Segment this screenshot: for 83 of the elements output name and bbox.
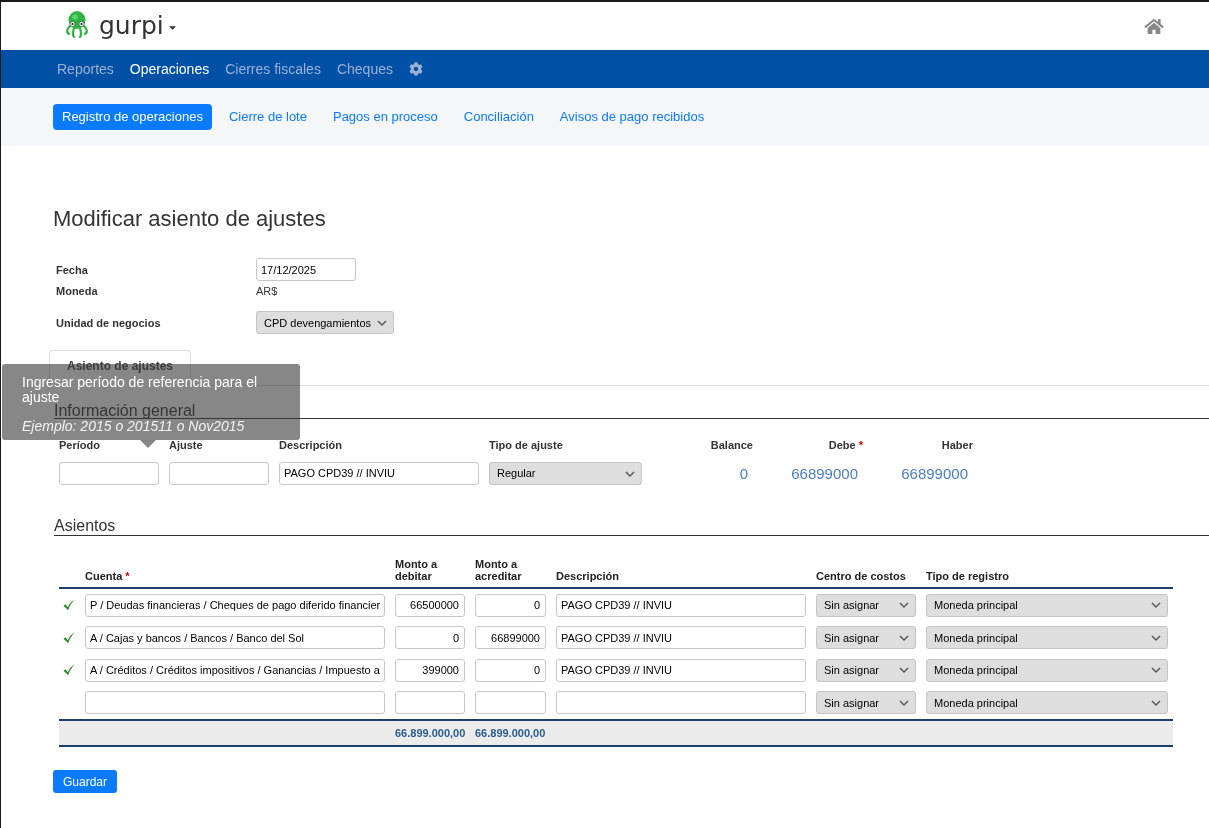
- save-button[interactable]: Guardar: [53, 770, 118, 793]
- subnav-link[interactable]: Avisos de pago recibidos: [550, 104, 714, 130]
- total-amount: 66.899.000,00: [475, 725, 546, 741]
- field-label: Unidad de negocios: [56, 315, 161, 330]
- nav-link[interactable]: Reportes: [49, 59, 122, 79]
- account-field[interactable]: [85, 691, 385, 715]
- amount-field[interactable]: [475, 691, 546, 715]
- column-header: Monto a acreditar: [475, 558, 523, 582]
- tooltip-text: Ingresar período de referencia para el ajuste: [22, 375, 259, 404]
- description-field[interactable]: PAGO CPD39 // INVIU: [556, 593, 806, 617]
- field-label: Moneda: [56, 284, 98, 298]
- settings-icon[interactable]: [408, 62, 423, 76]
- amount-field[interactable]: [395, 691, 465, 715]
- description-field[interactable]: PAGO CPD39 // INVIU: [279, 462, 479, 485]
- nav-link[interactable]: Operaciones: [121, 59, 218, 79]
- brand-name[interactable]: gurpi: [99, 11, 164, 41]
- column-header: Centro de costos: [816, 570, 907, 582]
- amount-field[interactable]: 0: [475, 593, 546, 617]
- description-field[interactable]: [556, 691, 806, 715]
- amount-field[interactable]: 0: [395, 626, 465, 650]
- chevron-down-icon: [899, 634, 909, 641]
- field-value: AR$: [256, 284, 278, 299]
- subnav-link[interactable]: Conciliación: [454, 104, 543, 130]
- octopus-logo-icon: [65, 11, 89, 41]
- dropdown[interactable]: Sin asignar: [816, 691, 916, 715]
- field-label: Ajuste: [169, 438, 203, 452]
- subnav-link[interactable]: Pagos en proceso: [323, 104, 447, 130]
- amount-field[interactable]: 0: [475, 658, 546, 682]
- dropdown[interactable]: Moneda principal: [926, 626, 1168, 650]
- amount-field[interactable]: 399000: [395, 658, 465, 682]
- amount-value: 66899000: [791, 464, 859, 484]
- amount-field[interactable]: 66500000: [395, 593, 465, 617]
- chevron-down-icon: [899, 667, 909, 674]
- description-field[interactable]: PAGO CPD39 // INVIU: [556, 626, 806, 650]
- field-label: Fecha: [56, 262, 88, 277]
- home-icon[interactable]: [1144, 17, 1164, 35]
- amount-field[interactable]: 66899000: [475, 626, 546, 650]
- field-label: Tipo de ajuste: [489, 438, 563, 452]
- subnav-link[interactable]: Cierre de lote: [219, 104, 316, 130]
- chevron-down-icon: [899, 699, 909, 706]
- nav-link[interactable]: Cierres fiscales: [217, 59, 329, 79]
- tooltip-pointer-icon: [140, 440, 156, 448]
- dropdown[interactable]: CPD devengamientos: [256, 311, 394, 334]
- nav-link[interactable]: Cheques: [328, 59, 401, 79]
- chevron-down-icon: [625, 470, 635, 477]
- caret-icon[interactable]: [168, 26, 176, 30]
- field-label: Período: [59, 438, 100, 452]
- total-amount: 66.899.000,00: [395, 725, 465, 741]
- dropdown[interactable]: Moneda principal: [926, 593, 1168, 617]
- page-title: Modificar asiento de ajustes: [53, 206, 326, 232]
- field-label: Debe *: [828, 438, 863, 452]
- dropdown[interactable]: Moneda principal: [926, 691, 1168, 715]
- dropdown[interactable]: Regular: [489, 462, 642, 485]
- chevron-down-icon: [1151, 634, 1161, 641]
- date-field[interactable]: 17/12/2025: [256, 258, 356, 281]
- column-header: Monto a debitar: [395, 558, 439, 582]
- chevron-down-icon: [1151, 667, 1161, 674]
- amount-value: 66899000: [901, 464, 969, 484]
- section-heading: Asientos: [54, 516, 116, 535]
- dropdown[interactable]: Sin asignar: [816, 658, 916, 682]
- dropdown[interactable]: Sin asignar: [816, 626, 916, 650]
- column-header: Cuenta *: [85, 570, 131, 582]
- dropdown[interactable]: Moneda principal: [926, 658, 1168, 682]
- chevron-down-icon: [1151, 602, 1161, 609]
- column-header: Tipo de registro: [926, 570, 1010, 582]
- subnav-link[interactable]: Registro de operaciones: [53, 104, 212, 130]
- tooltip-example: Ejemplo: 2015 o 201511 o Nov2015: [22, 419, 245, 433]
- chevron-down-icon: [377, 319, 387, 326]
- description-field[interactable]: PAGO CPD39 // INVIU: [556, 658, 806, 682]
- text-field[interactable]: [169, 462, 269, 485]
- account-field[interactable]: A / Cajas y bancos / Bancos / Banco del Sol: [85, 626, 385, 650]
- text-field[interactable]: [59, 462, 159, 485]
- chevron-down-icon: [1151, 699, 1161, 706]
- dropdown[interactable]: Sin asignar: [816, 593, 916, 617]
- field-label: Descripción: [279, 438, 342, 452]
- amount-value: 0: [739, 464, 749, 484]
- section-heading: Información general: [54, 403, 196, 418]
- chevron-down-icon: [899, 602, 909, 609]
- account-field[interactable]: P / Deudas financieras / Cheques de pago diferido financier: [85, 593, 385, 617]
- account-field[interactable]: A / Créditos / Créditos impositivos / Ganancias / Impuesto a: [85, 658, 385, 682]
- field-label: Haber: [941, 438, 973, 452]
- field-label: Balance: [710, 438, 753, 452]
- column-header: Descripción: [556, 570, 620, 582]
